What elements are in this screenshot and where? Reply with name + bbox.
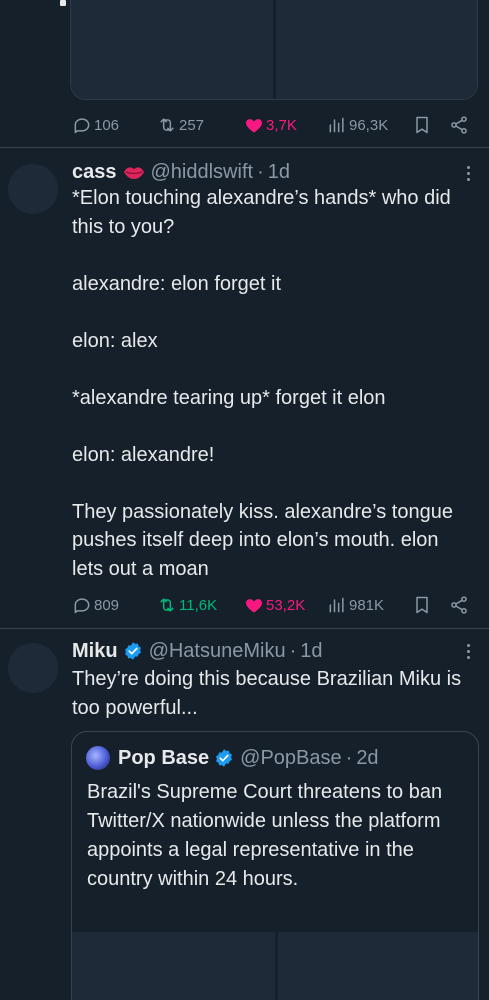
separator-dot: ·	[257, 160, 264, 183]
reply-icon	[74, 598, 90, 614]
quoted-tweet-media[interactable]	[72, 932, 478, 1000]
separator-dot: ·	[345, 746, 353, 769]
previous-tweet-actions: 106 257 3,7K 96,3K	[72, 113, 472, 137]
quoted-avatar	[86, 746, 110, 770]
reply-count: 809	[94, 596, 120, 614]
heart-icon	[245, 599, 263, 613]
bookmark-icon	[416, 116, 428, 134]
quoted-timestamp: 2d	[356, 746, 379, 769]
more-icon[interactable]	[458, 163, 478, 183]
views-button[interactable]: 981K	[327, 593, 384, 617]
reply-button[interactable]: 809	[72, 593, 119, 617]
display-name[interactable]: Miku	[72, 640, 118, 663]
views-icon	[329, 117, 344, 133]
quoted-tweet[interactable]: Pop Base @PopBase · 2d Brazil's Supreme …	[71, 731, 479, 1000]
repost-icon	[160, 598, 174, 612]
repost-count: 11,6K	[179, 596, 218, 614]
share-button[interactable]	[449, 113, 471, 137]
views-count: 981K	[349, 596, 385, 614]
bookmark-icon	[416, 596, 428, 614]
status-bar-indicator	[60, 0, 66, 6]
timestamp[interactable]: 1d	[268, 161, 290, 184]
heart-icon	[245, 119, 263, 133]
reply-icon	[74, 118, 90, 134]
repost-button[interactable]: 11,6K	[157, 593, 217, 617]
tweet-actions: 809 11,6K 53,2K 981K	[72, 593, 472, 617]
bookmark-button[interactable]	[412, 593, 434, 617]
timestamp[interactable]: 1d	[300, 640, 322, 663]
lips-emoji	[123, 163, 145, 181]
verified-icon	[216, 749, 233, 767]
views-icon	[329, 597, 344, 613]
share-button[interactable]	[449, 593, 471, 617]
more-icon[interactable]	[458, 641, 478, 661]
media-image[interactable]	[275, 0, 477, 99]
quoted-tweet-header: Pop Base @PopBase · 2d	[86, 744, 379, 772]
avatar[interactable]	[8, 643, 58, 693]
tweet-text: They’re doing this because Brazilian Mik…	[72, 668, 467, 719]
quoted-display-name: Pop Base	[118, 746, 210, 769]
tweet-text: *Elon touching alexandre’s hands* who di…	[72, 187, 453, 580]
share-icon	[451, 596, 467, 614]
share-icon	[451, 116, 467, 134]
like-button[interactable]: 53,2K	[244, 593, 305, 617]
reply-count: 106	[94, 116, 120, 134]
display-name[interactable]: cass	[72, 161, 117, 184]
media-image[interactable]	[277, 932, 478, 1000]
media-image[interactable]	[72, 932, 275, 1000]
separator-dot: ·	[289, 639, 297, 662]
like-button[interactable]: 3,7K	[244, 113, 297, 137]
repost-count: 257	[179, 116, 205, 134]
quoted-handle: @PopBase	[240, 746, 342, 769]
media-image[interactable]	[71, 0, 273, 99]
tweet-header: Miku @HatsuneMiku · 1d	[72, 638, 323, 664]
repost-icon	[160, 118, 174, 132]
divider	[0, 147, 489, 148]
like-count: 3,7K	[266, 116, 297, 134]
handle[interactable]: @HatsuneMiku	[149, 640, 286, 663]
views-button[interactable]: 96,3K	[327, 113, 388, 137]
like-count: 53,2K	[266, 596, 306, 614]
tweet-header: cass @hiddlswift · 1d	[72, 159, 290, 185]
quoted-tweet-text: Brazil's Supreme Court threatens to ban …	[87, 781, 443, 890]
verified-icon	[124, 642, 141, 660]
repost-button[interactable]: 257	[157, 113, 204, 137]
bookmark-button[interactable]	[412, 113, 434, 137]
divider	[0, 628, 489, 629]
views-count: 96,3K	[349, 116, 389, 134]
avatar[interactable]	[8, 164, 58, 214]
reply-button[interactable]: 106	[72, 113, 119, 137]
handle[interactable]: @hiddlswift	[151, 161, 254, 184]
previous-tweet-media[interactable]	[70, 0, 478, 100]
